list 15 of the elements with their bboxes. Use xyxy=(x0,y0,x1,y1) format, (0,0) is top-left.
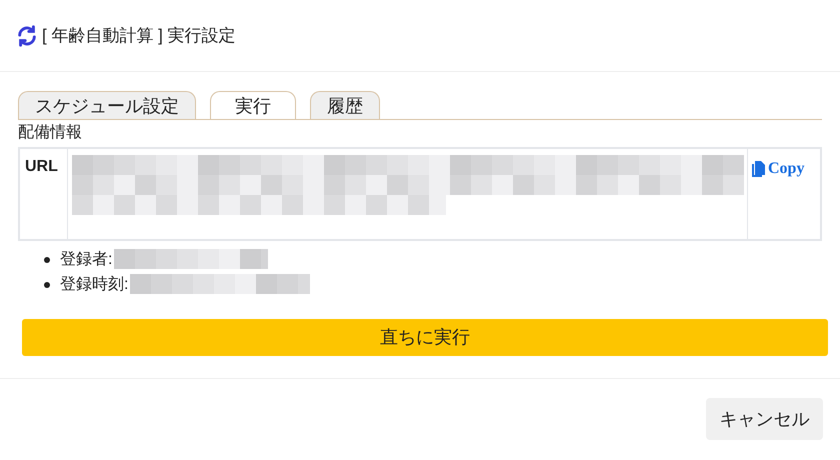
table-header-cell: URL xyxy=(20,149,68,239)
refresh-icon xyxy=(16,24,38,46)
copy-button[interactable]: Copy xyxy=(752,157,804,181)
bullet-icon xyxy=(44,282,50,288)
detail-label: 登録時刻: xyxy=(60,274,128,294)
cancel-button[interactable]: キャンセル xyxy=(706,398,823,440)
detail-label: 登録者: xyxy=(60,250,112,270)
bullet-icon xyxy=(44,256,50,262)
tab[interactable]: スケジュール設定 xyxy=(18,91,196,119)
tab[interactable]: 実行 xyxy=(210,91,296,119)
dialog-title: [ 年齢自動計算 ] 実行設定 xyxy=(42,24,236,47)
section-title: 配備情報 xyxy=(18,123,83,143)
copy-icon xyxy=(752,161,765,177)
tab[interactable]: 履歴 xyxy=(310,91,380,119)
run-button[interactable]: 直ちに実行 xyxy=(22,319,828,356)
